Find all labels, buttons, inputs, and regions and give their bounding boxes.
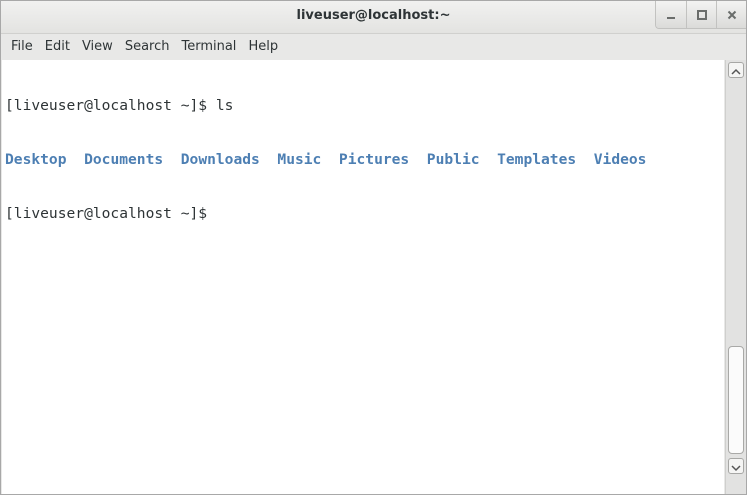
chevron-up-icon <box>731 61 741 80</box>
maximize-icon <box>696 10 707 20</box>
terminal-output[interactable]: [liveuser@localhost ~]$ ls Desktop Docum… <box>2 60 724 494</box>
directory-entry: Music <box>277 151 322 168</box>
menu-file[interactable]: File <box>5 35 39 59</box>
close-button[interactable] <box>716 1 746 28</box>
terminal-line: [liveuser@localhost ~]$ ls <box>5 97 724 115</box>
terminal-line: [liveuser@localhost ~]$ <box>5 205 724 223</box>
minimize-button[interactable] <box>656 1 686 28</box>
maximize-button[interactable] <box>686 1 716 28</box>
directory-entry: Templates <box>497 151 577 168</box>
menu-bar: File Edit View Search Terminal Help <box>1 35 746 59</box>
ls-output-line: Desktop Documents Downloads Music Pictur… <box>5 151 724 169</box>
menu-search[interactable]: Search <box>119 35 176 59</box>
directory-entry: Public <box>426 151 480 168</box>
scroll-down-button[interactable] <box>728 458 744 474</box>
directory-entry: Downloads <box>180 151 260 168</box>
shell-command: ls <box>215 97 234 114</box>
directory-entry: Desktop <box>5 151 67 168</box>
directory-entry: Pictures <box>338 151 410 168</box>
scroll-up-button[interactable] <box>728 62 744 78</box>
vertical-scrollbar[interactable] <box>725 60 746 494</box>
chevron-down-icon <box>731 457 741 476</box>
minimize-icon <box>666 10 676 20</box>
window-title: liveuser@localhost:~ <box>296 8 451 23</box>
directory-entry: Videos <box>593 151 647 168</box>
terminal-window: liveuser@localhost:~ File Edit View Sear… <box>0 0 747 495</box>
directory-entry: Documents <box>84 151 164 168</box>
window-controls <box>655 1 746 29</box>
scrollbar-thumb[interactable] <box>728 346 744 454</box>
shell-prompt: [liveuser@localhost ~]$ <box>5 205 208 222</box>
close-icon <box>727 10 737 20</box>
menu-terminal[interactable]: Terminal <box>175 35 242 59</box>
menu-help[interactable]: Help <box>242 35 284 59</box>
title-bar[interactable]: liveuser@localhost:~ <box>1 1 746 34</box>
menu-edit[interactable]: Edit <box>39 35 76 59</box>
shell-prompt: [liveuser@localhost ~]$ <box>5 97 216 114</box>
menu-view[interactable]: View <box>76 35 119 59</box>
